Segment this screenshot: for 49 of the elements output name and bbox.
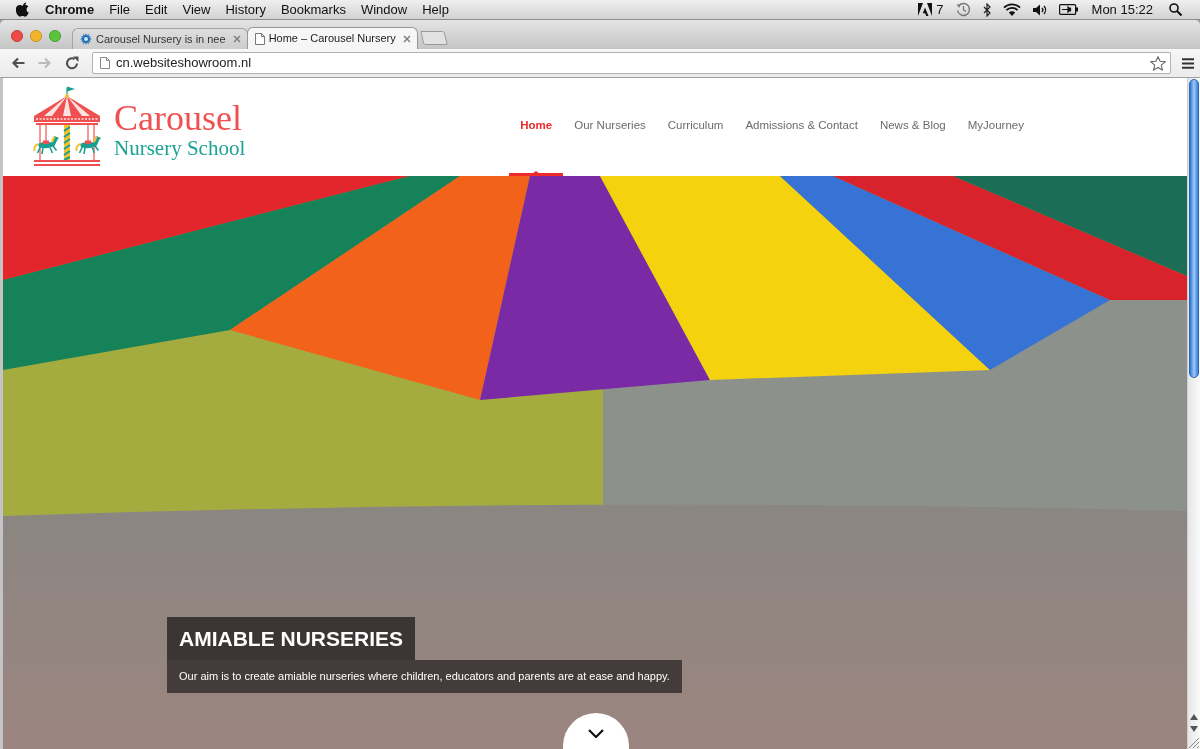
left-arrow-icon: [11, 57, 25, 69]
logo-tagline: Nursery School: [114, 136, 246, 160]
nav-link[interactable]: News & Blog: [879, 117, 946, 135]
menu-icon[interactable]: [1182, 57, 1194, 69]
close-icon[interactable]: [402, 34, 411, 43]
nav-link[interactable]: Our Nurseries: [574, 117, 646, 135]
nav-link[interactable]: Admissions & Contact: [745, 117, 858, 135]
battery-icon[interactable]: [1058, 4, 1078, 15]
page-icon: [254, 32, 265, 45]
menu-item[interactable]: View: [182, 0, 211, 20]
clock[interactable]: Mon 15:22: [1091, 0, 1153, 20]
browser-tab[interactable]: Carousel Nursery is in nee: [72, 28, 248, 49]
search-icon[interactable]: [1169, 3, 1182, 16]
close-window-button[interactable]: [11, 30, 23, 42]
menu-item[interactable]: Window: [360, 0, 408, 20]
speaker-icon[interactable]: [1032, 3, 1047, 16]
carousel-icon: [32, 86, 102, 168]
bluetooth-icon[interactable]: [982, 2, 991, 17]
apple-icon[interactable]: [16, 1, 30, 18]
reload-icon: [65, 56, 79, 70]
right-arrow-icon: [38, 57, 52, 69]
star-icon[interactable]: [1150, 55, 1166, 71]
clock-arrow-icon[interactable]: [955, 2, 971, 17]
scroll-up-arrow-icon[interactable]: [1190, 714, 1198, 720]
wifi-icon[interactable]: [1002, 3, 1021, 16]
nav-link[interactable]: MyJourney: [967, 117, 1024, 135]
status-count[interactable]: 7: [936, 0, 944, 20]
a-logo-icon[interactable]: [918, 3, 933, 16]
address-field[interactable]: cn.websiteshowroom.nl: [92, 52, 1171, 74]
menu-item[interactable]: Edit: [145, 0, 168, 20]
nav-link[interactable]: Curriculum: [667, 117, 724, 135]
chevron-down-icon: [588, 729, 604, 738]
menu-item[interactable]: File: [109, 0, 131, 20]
menu-item[interactable]: Help: [422, 0, 449, 20]
scroll-down-arrow-icon[interactable]: [1190, 726, 1198, 732]
hero-title: AMIABLE NURSERIES: [167, 617, 416, 660]
resize-grip-icon[interactable]: [1189, 738, 1199, 748]
hero-text: Our aim is to create amiable nurseries where children, educators and parents are at ease and happy.: [167, 660, 682, 693]
page-icon: [100, 57, 110, 69]
menu-item[interactable]: Bookmarks: [280, 0, 346, 20]
nav-link[interactable]: Home: [520, 117, 553, 135]
app-menu[interactable]: Chrome: [45, 0, 95, 20]
scrollbar[interactable]: [1187, 78, 1200, 749]
logo-title: Carousel: [114, 100, 243, 136]
close-icon[interactable]: [232, 35, 241, 43]
browser-tab[interactable]: Home – Carousel Nursery: [246, 27, 418, 49]
scrollbar-thumb[interactable]: [1189, 79, 1199, 378]
menu-item[interactable]: History: [225, 0, 266, 20]
starburst-icon: [80, 33, 92, 45]
